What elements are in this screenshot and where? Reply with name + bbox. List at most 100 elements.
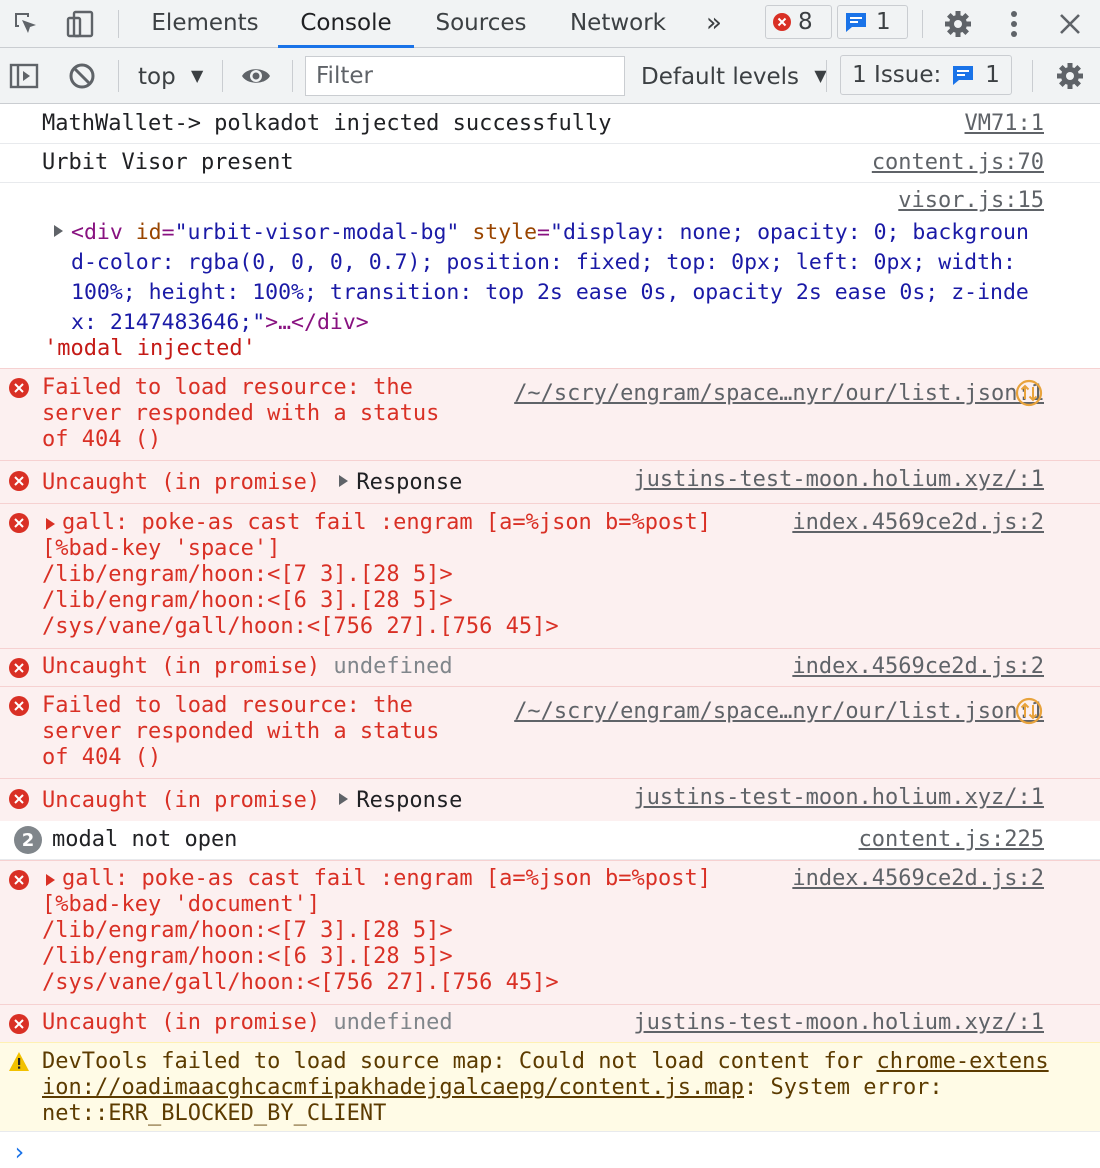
dom-attr-end: x: 2147483646;">…</div> [71, 310, 369, 335]
console-warning: DevTools failed to load source map: Coul… [0, 1042, 1100, 1132]
console-message: visor.js:15 <div id="urbit-visor-modal-b… [0, 183, 1100, 368]
source-link[interactable]: content.js:225 [859, 827, 1044, 853]
error-icon [9, 513, 29, 533]
response-object[interactable]: Response [356, 470, 462, 495]
inspect-element-icon[interactable] [10, 8, 42, 40]
separator [826, 60, 827, 92]
issues-label: 1 Issue: [852, 62, 942, 88]
console-error: gall: poke-as cast fail :engram [a=%json… [0, 860, 1100, 1004]
source-link[interactable]: index.4569ce2d.js:2 [792, 866, 1044, 892]
warning-icon [9, 1052, 29, 1071]
source-link[interactable]: justins-test-moon.holium.xyz/:1 [633, 467, 1044, 493]
tab-network[interactable]: Network [560, 0, 676, 48]
warning-text: net::ERR_BLOCKED_BY_CLIENT [42, 1101, 387, 1126]
context-selector[interactable]: top ▼ [138, 48, 203, 105]
console-message: MathWallet-> polkadot injected successfu… [0, 104, 1100, 144]
network-request-icon[interactable] [1015, 379, 1043, 407]
message-icon [846, 13, 866, 32]
context-label: top [138, 64, 176, 90]
string-value: 'modal injected' [44, 336, 256, 361]
console-error: Uncaught (in promise) undefined index.45… [0, 648, 1100, 686]
warning-text: ion://oadimaacghcacmfipakhadejgalcaepg/c… [42, 1075, 943, 1100]
chevron-down-icon: ▼ [191, 66, 204, 85]
error-icon [9, 789, 29, 809]
dom-attr-continued: d-color: rgba(0, 0, 0, 0.7); position: f… [71, 250, 1016, 275]
error-icon [9, 658, 29, 678]
error-text: Uncaught (in promise) Response [42, 788, 463, 813]
source-link[interactable]: index.4569ce2d.js:2 [792, 654, 1044, 680]
filter-input[interactable] [305, 56, 625, 96]
error-icon [9, 696, 29, 716]
error-text: Uncaught (in promise) undefined [42, 1010, 453, 1035]
console-message: 2 modal not open content.js:225 [0, 821, 1100, 860]
error-icon [9, 1014, 29, 1034]
error-text: gall: poke-as cast fail :engram [a=%json… [42, 866, 712, 995]
undefined-value: undefined [333, 1010, 453, 1035]
console-error: Failed to load resource: the server resp… [0, 686, 1100, 778]
tab-console[interactable]: Console [278, 0, 414, 48]
dom-element-node[interactable]: <div id="urbit-visor-modal-bg" style="di… [54, 218, 1029, 248]
message-counter[interactable]: 1 [837, 5, 908, 39]
message-text: Urbit Visor present [42, 150, 294, 175]
source-map-link[interactable]: chrome-extens [876, 1049, 1048, 1074]
devtools-tab-bar: Elements Console Sources Network » 8 1 [0, 0, 1100, 48]
source-link[interactable]: VM71:1 [965, 111, 1044, 137]
expand-triangle-icon[interactable] [339, 793, 349, 805]
message-icon [953, 66, 974, 85]
issues-button[interactable]: 1 Issue: 1 [840, 55, 1012, 95]
close-icon[interactable] [1054, 8, 1086, 40]
chevron-down-icon: ▼ [814, 66, 827, 85]
separator [922, 10, 923, 38]
device-toolbar-icon[interactable] [64, 8, 96, 40]
error-text: gall: poke-as cast fail :engram [a=%json… [42, 510, 712, 639]
error-icon [9, 471, 29, 491]
console-error: Failed to load resource: the server resp… [0, 368, 1100, 460]
tab-sources[interactable]: Sources [424, 0, 538, 48]
error-text: Uncaught (in promise) undefined [42, 654, 453, 679]
log-levels-label: Default levels [641, 64, 800, 90]
source-link[interactable]: justins-test-moon.holium.xyz/:1 [633, 785, 1044, 811]
console-prompt[interactable]: › [12, 1138, 26, 1166]
expand-triangle-icon[interactable] [54, 225, 63, 237]
error-icon [9, 378, 29, 398]
live-expression-eye-icon[interactable] [240, 60, 272, 92]
separator [1032, 60, 1033, 92]
response-object[interactable]: Response [356, 788, 462, 813]
separator [118, 60, 119, 92]
source-link[interactable]: visor.js:15 [898, 188, 1044, 214]
message-text: MathWallet-> polkadot injected successfu… [42, 111, 612, 136]
sidebar-toggle-icon[interactable] [8, 60, 40, 92]
error-text: Failed to load resource: the server resp… [42, 693, 440, 770]
console-settings-gear-icon[interactable] [1054, 60, 1086, 92]
console-message: Urbit Visor present content.js:70 [0, 144, 1100, 183]
issues-count: 1 [985, 62, 1000, 88]
separator [292, 60, 293, 92]
console-error: gall: poke-as cast fail :engram [a=%json… [0, 503, 1100, 648]
error-icon [9, 870, 29, 890]
expand-triangle-icon[interactable] [339, 475, 349, 487]
console-error: Uncaught (in promise) Response justins-t… [0, 778, 1100, 821]
more-options-icon[interactable] [998, 8, 1030, 40]
source-map-link[interactable]: ion://oadimaacghcacmfipakhadejgalcaepg/c… [42, 1075, 744, 1100]
warning-text: DevTools failed to load source map: Coul… [42, 1049, 1049, 1074]
settings-gear-icon[interactable] [942, 8, 974, 40]
source-link[interactable]: /~/scry/engram/space…nyr/our/list.json:1 [514, 381, 1044, 407]
error-count: 8 [798, 9, 813, 35]
network-request-icon[interactable] [1015, 697, 1043, 725]
tab-elements[interactable]: Elements [140, 0, 270, 48]
log-levels-dropdown[interactable]: Default levels ▼ [641, 48, 827, 105]
message-text: modal not open [52, 827, 238, 852]
source-link[interactable]: justins-test-moon.holium.xyz/:1 [633, 1010, 1044, 1036]
error-counter[interactable]: 8 [765, 5, 832, 39]
undefined-value: undefined [333, 654, 453, 679]
error-text: Failed to load resource: the server resp… [42, 375, 440, 452]
clear-console-icon[interactable] [66, 60, 98, 92]
console-error: Uncaught (in promise) Response justins-t… [0, 460, 1100, 503]
source-link[interactable]: index.4569ce2d.js:2 [792, 510, 1044, 536]
source-link[interactable]: /~/scry/engram/space…nyr/our/list.json:1 [514, 699, 1044, 725]
source-link[interactable]: content.js:70 [872, 150, 1044, 176]
separator [118, 10, 119, 38]
more-tabs-button[interactable]: » [696, 0, 732, 48]
console-error: Uncaught (in promise) undefined justins-… [0, 1004, 1100, 1042]
console-toolbar: top ▼ Default levels ▼ 1 Issue: 1 [0, 48, 1100, 104]
